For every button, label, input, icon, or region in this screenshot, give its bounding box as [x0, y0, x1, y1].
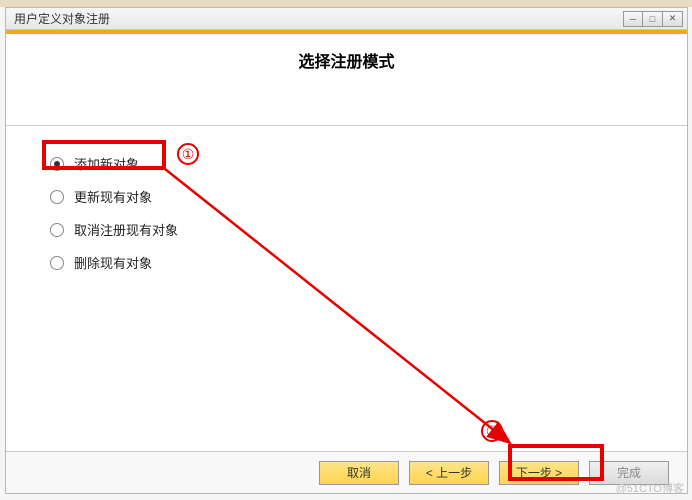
radio-icon — [50, 223, 64, 237]
window-controls: ─ □ ✕ — [623, 11, 683, 27]
radio-label: 更新现有对象 — [74, 187, 152, 206]
minimize-button[interactable]: ─ — [623, 11, 643, 27]
radio-icon — [50, 256, 64, 270]
window-title: 用户定义对象注册 — [10, 10, 623, 27]
dialog-window: 用户定义对象注册 ─ □ ✕ 选择注册模式 添加新对象 更新现有对象 取消注册现… — [5, 7, 688, 494]
radio-label: 取消注册现有对象 — [74, 220, 178, 239]
close-button[interactable]: ✕ — [663, 11, 683, 27]
maximize-button[interactable]: □ — [643, 11, 663, 27]
radio-delete[interactable]: 删除现有对象 — [50, 253, 643, 272]
radio-update-existing[interactable]: 更新现有对象 — [50, 187, 643, 206]
background-tab-strip — [0, 0, 692, 7]
radio-icon — [50, 190, 64, 204]
titlebar: 用户定义对象注册 ─ □ ✕ — [6, 8, 687, 30]
watermark: @51CTO博客 — [616, 480, 684, 496]
mode-radio-group: 添加新对象 更新现有对象 取消注册现有对象 删除现有对象 — [50, 154, 643, 272]
button-bar: 取消 < 上一步 下一步 > 完成 — [6, 451, 687, 493]
radio-label: 删除现有对象 — [74, 253, 152, 272]
radio-add-new[interactable]: 添加新对象 — [50, 154, 643, 173]
radio-unregister[interactable]: 取消注册现有对象 — [50, 220, 643, 239]
next-button[interactable]: 下一步 > — [499, 461, 579, 485]
content-area: 添加新对象 更新现有对象 取消注册现有对象 删除现有对象 — [6, 126, 687, 442]
header-section: 选择注册模式 — [6, 34, 687, 126]
prev-button[interactable]: < 上一步 — [409, 461, 489, 485]
radio-label: 添加新对象 — [74, 154, 139, 173]
page-title: 选择注册模式 — [298, 48, 394, 72]
cancel-button[interactable]: 取消 — [319, 461, 399, 485]
radio-icon — [50, 157, 64, 171]
